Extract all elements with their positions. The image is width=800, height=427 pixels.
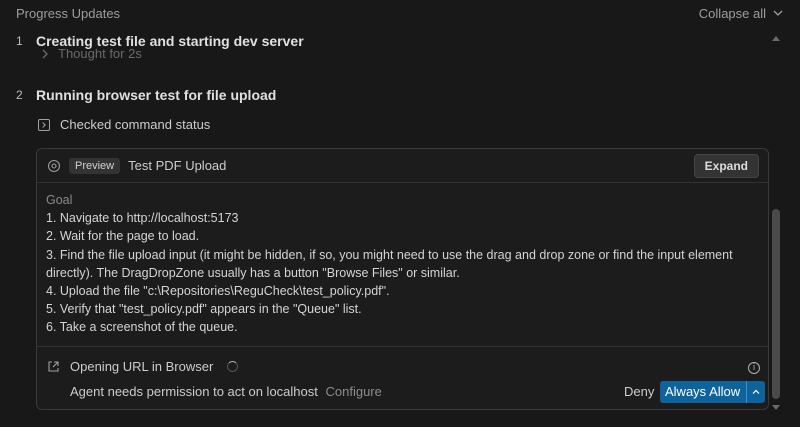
thought-row[interactable]: Thought for 2s: [40, 49, 142, 61]
divider: [37, 346, 768, 347]
step-number: 2: [16, 88, 23, 102]
scroll-down-arrow-icon[interactable]: [772, 403, 780, 411]
chevron-down-icon: [773, 10, 783, 16]
always-allow-button[interactable]: Always Allow: [660, 381, 766, 403]
info-icon[interactable]: i: [748, 362, 760, 374]
configure-link[interactable]: Configure: [326, 384, 382, 399]
checked-status-label: Checked command status: [60, 117, 211, 132]
step-title: Running browser test for file upload: [36, 87, 277, 103]
thought-label: Thought for 2s: [58, 49, 142, 61]
goal-line: 1. Navigate to http://localhost:5173: [46, 211, 239, 226]
goal-line: 2. Wait for the page to load.: [46, 229, 200, 244]
browser-icon: [47, 159, 61, 172]
permission-row: Agent needs permission to act on localho…: [70, 384, 382, 399]
goal-line: 3. Find the file upload input (it might …: [46, 247, 733, 262]
permission-text: Agent needs permission to act on localho…: [70, 384, 318, 399]
deny-button[interactable]: Deny: [624, 384, 654, 399]
expand-button[interactable]: Expand: [693, 154, 759, 178]
progress-panel: Progress Updates Collapse all 1 Creating…: [0, 0, 800, 427]
step-item-1[interactable]: 1 Creating test file and starting dev se…: [16, 33, 304, 49]
goal-section: Goal 1. Navigate to http://localhost:517…: [46, 191, 756, 337]
checked-status-row: Checked command status: [38, 117, 210, 132]
step-item-2[interactable]: 2 Running browser test for file upload: [16, 87, 276, 103]
goal-line: 5. Verify that "test_policy.pdf" appears…: [46, 302, 362, 317]
collapse-all-label: Collapse all: [698, 5, 766, 21]
chevron-up-icon[interactable]: [747, 387, 765, 397]
terminal-icon: [38, 118, 50, 131]
goal-line: 4. Upload the file "c:\Repositories\Regu…: [46, 284, 390, 299]
collapse-all-button[interactable]: Collapse all: [699, 6, 784, 21]
progress-header: Progress Updates Collapse all: [0, 0, 800, 26]
opening-url-label: Opening URL in Browser: [70, 359, 214, 374]
loading-spinner-icon: [227, 361, 239, 372]
scrollbar-thumb[interactable]: [772, 209, 780, 399]
browser-task-card: Preview Test PDF Upload Expand Goal 1. N…: [36, 148, 769, 410]
preview-badge: Preview: [69, 157, 121, 174]
step-number: 1: [16, 34, 23, 48]
scroll-up-arrow-icon[interactable]: [772, 35, 780, 43]
card-header: Preview Test PDF Upload Expand: [37, 149, 768, 183]
external-link-icon: [48, 361, 59, 372]
goal-line: directly). The DragDropZone usually has …: [46, 265, 460, 280]
vertical-scrollbar[interactable]: [770, 32, 782, 418]
step-title: Creating test file and starting dev serv…: [36, 33, 304, 49]
card-title: Test PDF Upload: [128, 158, 227, 173]
goal-label: Goal: [46, 193, 73, 207]
chevron-right-icon: [42, 49, 48, 58]
progress-title: Progress Updates: [16, 5, 121, 21]
always-allow-label: Always Allow: [665, 381, 748, 403]
goal-line: 6. Take a screenshot of the queue.: [46, 320, 238, 335]
opening-url-row: Opening URL in Browser: [47, 359, 239, 374]
